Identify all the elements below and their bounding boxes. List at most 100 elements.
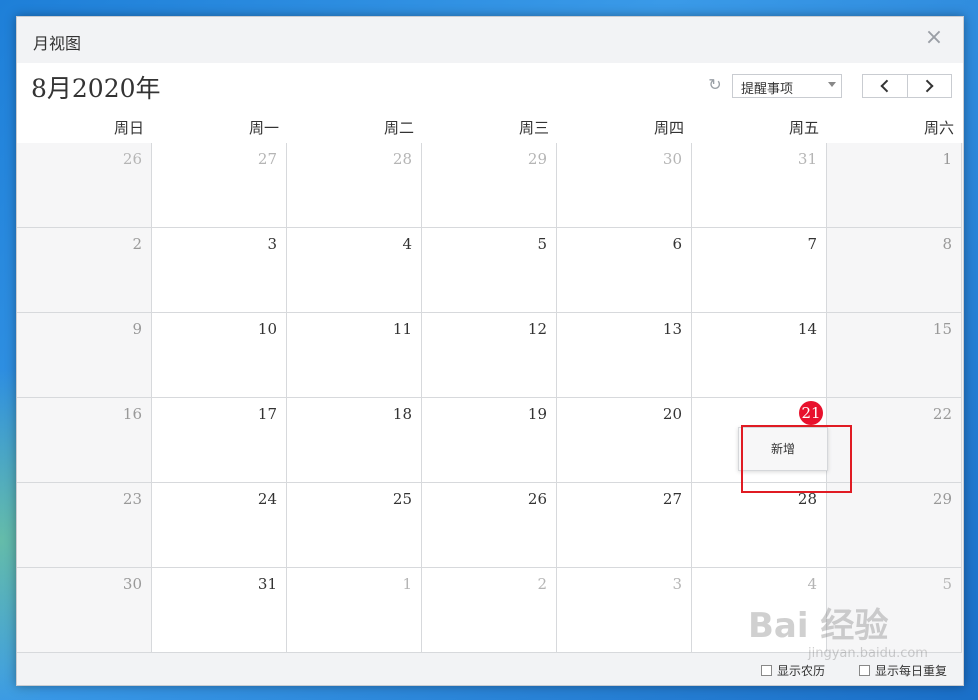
day-number: 14: [797, 320, 817, 338]
day-cell[interactable]: 11: [287, 313, 422, 398]
day-cell[interactable]: 17: [152, 398, 287, 483]
calendar-grid: 26 27 28 29 30 31 1 2 3 4 5 6 7 8 9 10 11 12 13 14 15 16 17 18 1…: [17, 143, 963, 653]
day-number: 12: [527, 320, 547, 338]
day-cell[interactable]: 3: [152, 228, 287, 313]
annotation-highlight-box: [741, 425, 852, 493]
day-cell[interactable]: 7: [692, 228, 827, 313]
day-cell[interactable]: 23: [17, 483, 152, 568]
day-cell[interactable]: 24: [152, 483, 287, 568]
day-number: 4: [402, 235, 412, 253]
day-number: 11: [392, 320, 412, 338]
show-lunar-option[interactable]: 显示农历: [761, 662, 825, 679]
day-cell[interactable]: 9: [17, 313, 152, 398]
day-cell[interactable]: 2: [17, 228, 152, 313]
day-number: 27: [257, 150, 277, 168]
dropdown-arrow-icon: [828, 82, 836, 87]
day-number: 17: [257, 405, 277, 423]
day-cell[interactable]: 8: [827, 228, 962, 313]
show-lunar-label: 显示农历: [777, 664, 826, 678]
event-type-select[interactable]: 提醒事项: [732, 74, 842, 98]
show-lunar-checkbox[interactable]: [761, 665, 772, 676]
month-nav: [862, 74, 952, 98]
day-number: 30: [122, 575, 142, 593]
weekday-label: 周六: [923, 119, 954, 137]
day-cell[interactable]: 3: [557, 568, 692, 653]
day-number: 9: [132, 320, 142, 338]
close-icon[interactable]: ×: [923, 27, 945, 49]
chevron-left-icon: [880, 79, 893, 93]
weekday-label: 周二: [383, 119, 414, 137]
day-cell[interactable]: 29: [827, 483, 962, 568]
day-number: 29: [932, 490, 952, 508]
prev-month-button[interactable]: [863, 75, 907, 97]
month-title: 8月2020年: [31, 74, 161, 103]
weekday-header: 周日 周一 周二 周三 周四 周五 周六: [17, 113, 963, 143]
weekday-label: 周一: [248, 119, 279, 137]
day-number: 2: [537, 575, 547, 593]
day-cell[interactable]: 31: [152, 568, 287, 653]
day-number: 20: [662, 405, 682, 423]
day-cell[interactable]: 26: [17, 143, 152, 228]
day-number: 30: [662, 150, 682, 168]
day-number: 7: [807, 235, 817, 253]
day-cell[interactable]: 4: [692, 568, 827, 653]
day-number: 6: [672, 235, 682, 253]
show-daily-repeat-checkbox[interactable]: [859, 665, 870, 676]
day-cell[interactable]: 30: [557, 143, 692, 228]
day-number: 16: [122, 405, 142, 423]
footer-bar: 显示农历 显示每日重复: [17, 653, 963, 685]
day-number: 23: [122, 490, 142, 508]
day-cell[interactable]: 5: [827, 568, 962, 653]
day-cell[interactable]: 28: [692, 483, 827, 568]
day-number: 27: [662, 490, 682, 508]
today-date-badge: 21: [799, 401, 823, 425]
calendar-toolbar: 8月2020年 ↻ 提醒事项: [17, 63, 963, 113]
day-cell[interactable]: 4: [287, 228, 422, 313]
day-cell[interactable]: 13: [557, 313, 692, 398]
day-cell[interactable]: 25: [287, 483, 422, 568]
day-cell[interactable]: 16: [17, 398, 152, 483]
show-daily-repeat-option[interactable]: 显示每日重复: [859, 662, 947, 679]
show-daily-repeat-label: 显示每日重复: [875, 664, 948, 678]
day-cell[interactable]: 27: [557, 483, 692, 568]
day-number: 18: [392, 405, 412, 423]
day-cell[interactable]: 29: [422, 143, 557, 228]
event-type-select-value: 提醒事项: [741, 82, 794, 97]
day-cell[interactable]: 5: [422, 228, 557, 313]
day-number: 25: [392, 490, 412, 508]
day-number: 29: [527, 150, 547, 168]
day-cell[interactable]: 6: [557, 228, 692, 313]
day-cell[interactable]: 1: [827, 143, 962, 228]
day-number: 31: [797, 150, 817, 168]
day-cell[interactable]: 18: [287, 398, 422, 483]
day-number: 3: [672, 575, 682, 593]
day-cell[interactable]: 28: [287, 143, 422, 228]
refresh-icon[interactable]: ↻: [707, 77, 723, 93]
day-cell[interactable]: 14: [692, 313, 827, 398]
day-number: 1: [942, 150, 952, 168]
day-cell[interactable]: 10: [152, 313, 287, 398]
day-number: 22: [932, 405, 952, 423]
day-cell[interactable]: 2: [422, 568, 557, 653]
day-cell[interactable]: 30: [17, 568, 152, 653]
day-number: 13: [662, 320, 682, 338]
chevron-right-icon: [921, 79, 934, 93]
day-number: 10: [257, 320, 277, 338]
day-number: 5: [942, 575, 952, 593]
day-cell[interactable]: 15: [827, 313, 962, 398]
next-month-button[interactable]: [906, 75, 952, 97]
weekday-label: 周四: [653, 119, 684, 137]
day-cell[interactable]: 20: [557, 398, 692, 483]
day-cell[interactable]: 31: [692, 143, 827, 228]
day-cell[interactable]: 26: [422, 483, 557, 568]
day-cell[interactable]: 1: [287, 568, 422, 653]
day-number: 1: [402, 575, 412, 593]
day-cell[interactable]: 27: [152, 143, 287, 228]
title-bar: 月视图 ×: [17, 17, 963, 63]
weekday-label: 周五: [788, 119, 819, 137]
day-cell[interactable]: 19: [422, 398, 557, 483]
day-cell[interactable]: 12: [422, 313, 557, 398]
weekday-label: 周三: [518, 119, 549, 137]
day-number: 26: [527, 490, 547, 508]
day-number: 2: [132, 235, 142, 253]
